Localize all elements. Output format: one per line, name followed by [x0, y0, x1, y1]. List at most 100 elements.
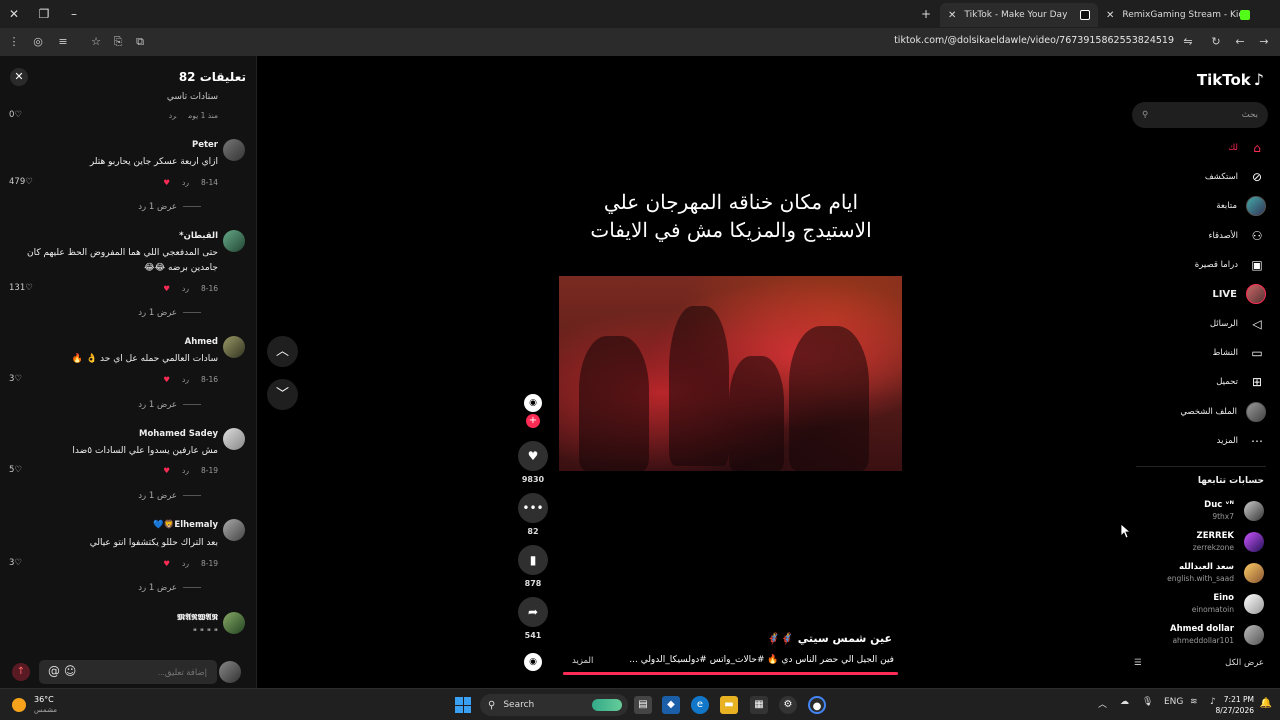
- following-account[interactable]: Ahmed dollar ahmeddollar101: [1134, 622, 1264, 648]
- nav-upload[interactable]: ⊞ تحميل: [1136, 372, 1266, 392]
- bookmark-star-icon[interactable]: ☆: [88, 34, 104, 50]
- minimize-window-icon[interactable]: –: [66, 6, 82, 22]
- view-replies-button[interactable]: عرض 1 رد: [138, 202, 201, 212]
- following-account[interactable]: سعد العبدالله english.with_saad: [1134, 560, 1264, 586]
- tray-overflow-icon[interactable]: ︿: [1098, 697, 1107, 710]
- reading-list-icon[interactable]: ≡: [55, 34, 71, 50]
- share-page-icon[interactable]: ⎘: [110, 34, 126, 50]
- avatar[interactable]: [223, 519, 245, 541]
- reply-button[interactable]: رد: [182, 375, 189, 384]
- site-settings-icon[interactable]: ⇋: [1180, 34, 1196, 50]
- settings-app-icon[interactable]: ⚙: [779, 696, 797, 714]
- caption-more-button[interactable]: المزيد: [572, 656, 593, 666]
- view-replies-button[interactable]: عرض 1 رد: [138, 308, 201, 318]
- nav-messages[interactable]: ◁ الرسائل: [1136, 314, 1266, 334]
- following-account[interactable]: Duc ᵛᴺ 9thx7: [1134, 498, 1264, 524]
- save-action[interactable]: ▮ 878: [518, 545, 548, 588]
- reply-button[interactable]: رد: [182, 284, 189, 293]
- comment-like-button[interactable]: 131♡: [9, 283, 33, 293]
- avatar[interactable]: [223, 612, 245, 634]
- video-author[interactable]: عين شمس سيتي 🦸‍♂️🦸‍♂️: [767, 632, 892, 645]
- share-arrow-icon[interactable]: ➦: [518, 597, 548, 627]
- search-box[interactable]: بحث ⚲: [1132, 102, 1268, 128]
- task-view-icon[interactable]: ▤: [634, 696, 652, 714]
- comment-username[interactable]: Ahmed: [185, 337, 218, 347]
- back-icon[interactable]: →: [1256, 34, 1272, 50]
- widgets-app-icon[interactable]: ◆: [662, 696, 680, 714]
- reload-icon[interactable]: ↻: [1208, 34, 1224, 50]
- send-comment-button[interactable]: ↑: [12, 663, 30, 681]
- microphone-icon[interactable]: 🎙: [1142, 697, 1153, 707]
- creator-avatar[interactable]: ◉: [524, 394, 542, 412]
- avatar[interactable]: [223, 336, 245, 358]
- language-indicator[interactable]: ENG: [1164, 697, 1183, 707]
- next-video-button[interactable]: ﹀: [267, 379, 298, 410]
- nav-for-you[interactable]: ⌂ لك: [1136, 138, 1266, 158]
- forward-icon[interactable]: ←: [1232, 34, 1248, 50]
- following-account[interactable]: Eino einomatoin: [1134, 591, 1264, 617]
- nav-profile[interactable]: الملف الشخصي: [1136, 402, 1266, 422]
- follow-plus-button[interactable]: +: [526, 414, 540, 428]
- network-app-icon[interactable]: ☁: [1120, 697, 1129, 707]
- view-replies-button[interactable]: عرض 1 رد: [138, 491, 201, 501]
- heart-icon[interactable]: ♥: [518, 441, 548, 471]
- search-icon[interactable]: ⚲: [1142, 110, 1148, 120]
- reply-button[interactable]: رد: [182, 559, 189, 568]
- sound-disc-icon[interactable]: ◉: [524, 653, 542, 671]
- video-progress-bar[interactable]: [563, 672, 898, 675]
- nav-following[interactable]: متابعة: [1136, 196, 1266, 216]
- comment-bubble-icon[interactable]: •••: [518, 493, 548, 523]
- taskbar-search[interactable]: ⚲ Search: [480, 694, 628, 716]
- file-explorer-icon[interactable]: ▬: [720, 696, 738, 714]
- chrome-browser-icon[interactable]: ●: [808, 696, 826, 714]
- comment-like-button[interactable]: 479♡: [9, 177, 33, 187]
- comment-like-button[interactable]: 0♡: [9, 110, 22, 120]
- new-tab-icon[interactable]: +: [918, 6, 934, 22]
- extensions-icon[interactable]: ⧉: [132, 34, 148, 50]
- avatar[interactable]: [223, 139, 245, 161]
- comment-username[interactable]: Peter: [192, 140, 218, 150]
- see-all-button[interactable]: عرض الكل ☰: [1134, 658, 1264, 668]
- menu-dots-icon[interactable]: ⋮: [6, 34, 22, 50]
- following-account[interactable]: ZERREK zerrekzone: [1134, 529, 1264, 555]
- nav-live[interactable]: LIVE: [1136, 284, 1266, 304]
- nav-more[interactable]: ⋯ المزيد: [1136, 431, 1266, 451]
- comment-like-button[interactable]: 5♡: [9, 465, 22, 475]
- nav-friends[interactable]: ⚇ الأصدقاء: [1136, 226, 1266, 246]
- reply-button[interactable]: رد: [169, 111, 176, 120]
- comment-username[interactable]: Elhemaly🦁💙: [153, 520, 218, 530]
- profile-icon[interactable]: ◎: [30, 34, 46, 50]
- taskbar-clock[interactable]: 7:21 PM 8/27/2026: [1216, 694, 1254, 716]
- close-tab-icon[interactable]: ✕: [948, 10, 956, 21]
- tab-tiktok[interactable]: ✕ TikTok - Make Your Day: [940, 3, 1098, 27]
- nav-short-drama[interactable]: ▣ دراما قصيرة: [1136, 255, 1266, 275]
- weather-widget[interactable]: 36°C مشمس: [12, 695, 57, 715]
- windows-start-icon[interactable]: [455, 697, 471, 713]
- previous-video-button[interactable]: ︿: [267, 336, 298, 367]
- reply-button[interactable]: رد: [182, 178, 189, 187]
- comment-like-button[interactable]: 3♡: [9, 558, 22, 568]
- comment-username[interactable]: Mohamed Sadey: [139, 429, 218, 439]
- tab-kick[interactable]: ✕ RemixGaming Stream - Kick Da: [1098, 3, 1258, 27]
- reply-button[interactable]: رد: [182, 466, 189, 475]
- emoji-icon[interactable]: ☺: [64, 664, 77, 678]
- comment-username[interactable]: القبطان*: [179, 231, 218, 241]
- nav-explore[interactable]: ⊘ استكشف: [1136, 167, 1266, 187]
- store-app-icon[interactable]: ▦: [750, 696, 768, 714]
- close-window-icon[interactable]: ✕: [6, 6, 22, 22]
- wifi-icon[interactable]: ≋: [1190, 697, 1198, 707]
- nav-activity[interactable]: ▭ النشاط: [1136, 343, 1266, 363]
- comment-like-button[interactable]: 3♡: [9, 374, 22, 384]
- notification-bell-icon[interactable]: 🔔: [1260, 698, 1272, 709]
- video-player[interactable]: [559, 276, 902, 471]
- mention-icon[interactable]: @: [48, 664, 60, 678]
- url-field[interactable]: tiktok.com/@dolsikaeldawle/video/7673915…: [894, 35, 1174, 46]
- edge-browser-icon[interactable]: e: [691, 696, 709, 714]
- share-action[interactable]: ➦ 541: [518, 597, 548, 640]
- close-comments-button[interactable]: ✕: [10, 68, 28, 86]
- avatar[interactable]: [223, 230, 245, 252]
- comment-action[interactable]: ••• 82: [518, 493, 548, 536]
- comment-username[interactable]: 𝕸𝕬𝕽𝖂𝕬𝕹: [177, 613, 218, 623]
- view-replies-button[interactable]: عرض 1 رد: [138, 583, 201, 593]
- close-tab-icon[interactable]: ✕: [1106, 10, 1114, 21]
